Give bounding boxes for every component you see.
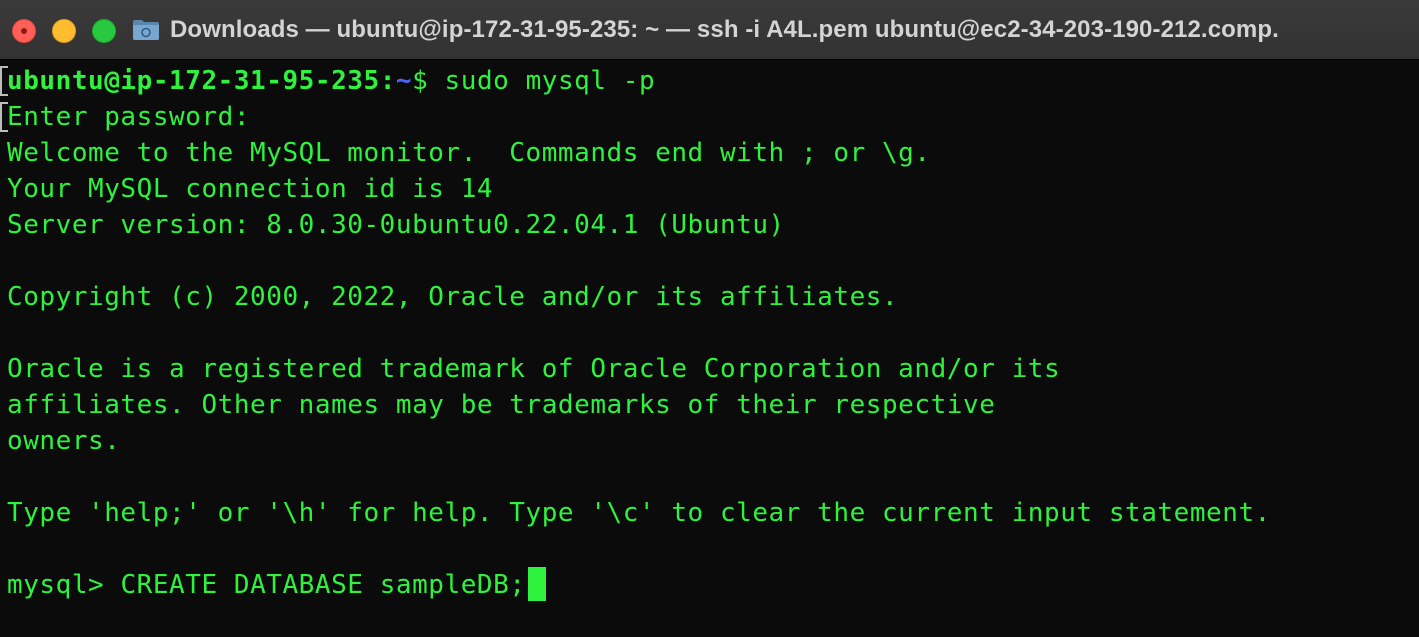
connection-id-line: Your MySQL connection id is 14 xyxy=(7,174,494,204)
title-bar[interactable]: Downloads — ubuntu@ip-172-31-95-235: ~ —… xyxy=(0,0,1419,60)
mysql-input-line[interactable]: mysql> CREATE DATABASE sampleDB; xyxy=(7,566,546,603)
close-button[interactable] xyxy=(12,19,36,43)
terminal-output[interactable]: ubuntu@ip-172-31-95-235:~$ sudo mysql -p… xyxy=(0,61,1419,637)
folder-icon xyxy=(132,19,160,41)
prompt-path: ~ xyxy=(395,66,413,96)
enter-password-line: Enter password: xyxy=(7,102,251,132)
terminal-window: Downloads — ubuntu@ip-172-31-95-235: ~ —… xyxy=(0,0,1419,637)
trademark-line-3: owners. xyxy=(7,426,121,456)
help-line: Type 'help;' or '\h' for help. Type '\c'… xyxy=(7,498,1271,528)
server-version-line: Server version: 8.0.30-0ubuntu0.22.04.1 … xyxy=(7,210,785,240)
text-cursor xyxy=(527,566,546,601)
mysql-command-input[interactable]: CREATE DATABASE sampleDB; xyxy=(120,570,525,600)
prompt-separator: : xyxy=(379,66,396,96)
shell-prompt-line: ubuntu@ip-172-31-95-235:~$ sudo mysql -p xyxy=(7,63,655,99)
window-title: Downloads — ubuntu@ip-172-31-95-235: ~ —… xyxy=(170,16,1279,43)
trademark-line-2: affiliates. Other names may be trademark… xyxy=(7,390,996,420)
minimize-button[interactable] xyxy=(52,19,76,43)
trademark-line-1: Oracle is a registered trademark of Orac… xyxy=(7,354,1061,384)
prompt-user-host: ubuntu@ip-172-31-95-235 xyxy=(7,66,380,96)
prompt-symbol: $ xyxy=(412,66,429,96)
welcome-line: Welcome to the MySQL monitor. Commands e… xyxy=(7,138,931,168)
zoom-button[interactable] xyxy=(92,19,116,43)
shell-command: sudo mysql -p xyxy=(428,66,656,96)
mysql-prompt: mysql> xyxy=(7,570,121,600)
window-title-area: Downloads — ubuntu@ip-172-31-95-235: ~ —… xyxy=(132,14,1279,46)
copyright-line: Copyright (c) 2000, 2022, Oracle and/or … xyxy=(7,282,899,312)
